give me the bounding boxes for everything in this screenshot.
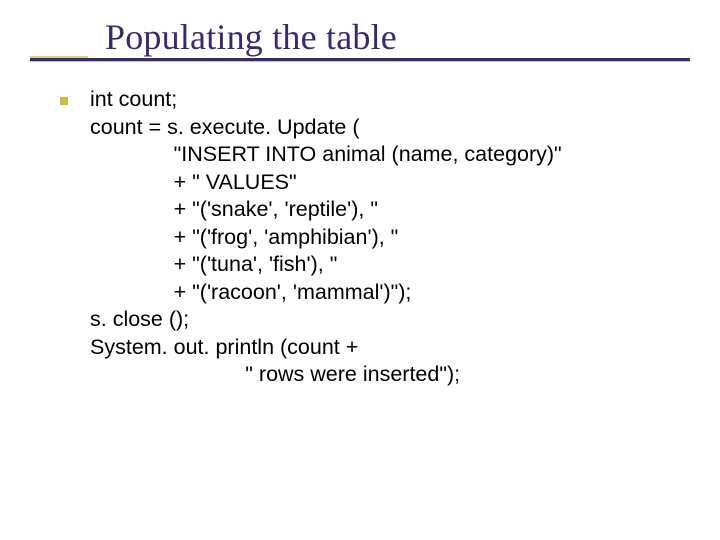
code-line: int count; <box>90 86 700 114</box>
code-line: "INSERT INTO animal (name, category)" <box>90 141 700 169</box>
title-row: Populating the table <box>0 10 720 58</box>
code-line: " rows were inserted"); <box>90 361 700 389</box>
code-line: count = s. execute. Update ( <box>90 114 700 142</box>
title-underline <box>30 56 690 62</box>
code-line: + " VALUES" <box>90 169 700 197</box>
slide: Populating the table int count; count = … <box>0 0 720 540</box>
code-line: + "('frog', 'amphibian'), " <box>90 224 700 252</box>
code-line: + "('racoon', 'mammal')"); <box>90 279 700 307</box>
bullet-icon <box>60 97 68 105</box>
content-block: int count; count = s. execute. Update ( … <box>60 86 700 389</box>
title-underline-shadow <box>30 61 690 62</box>
code-line: s. close (); <box>90 306 700 334</box>
code-line: + "('tuna', 'fish'), " <box>90 251 700 279</box>
slide-title: Populating the table <box>0 10 720 58</box>
code-body: int count; count = s. execute. Update ( … <box>60 86 700 389</box>
code-line: System. out. println (count + <box>90 334 700 362</box>
code-line: + "('snake', 'reptile'), " <box>90 196 700 224</box>
